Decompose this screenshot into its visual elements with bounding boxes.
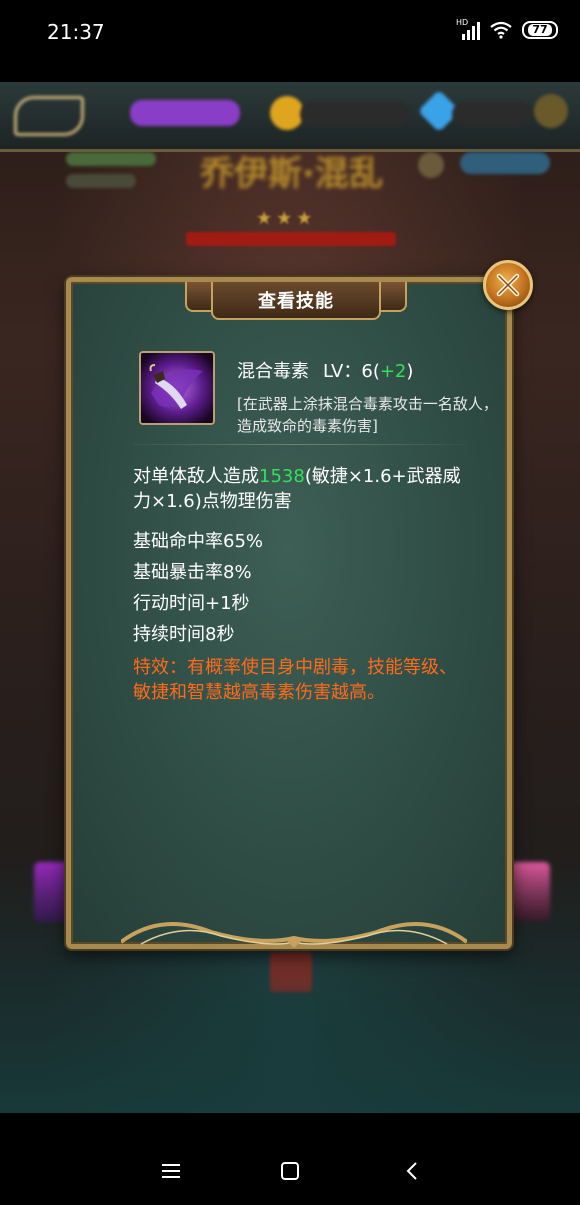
dialog-bottom-ornament — [121, 922, 467, 948]
status-time: 21:37 — [47, 20, 105, 44]
wifi-icon — [490, 21, 512, 39]
battery-icon: 77 — [522, 21, 558, 39]
stat-action-time: 行动时间+1秒 — [133, 593, 250, 614]
skill-dialog: 查看技能 混合毒素 LV：6(+2) [在武器上涂抹混合毒素攻击一名敌人，造成致… — [66, 260, 533, 949]
menu-lines-icon — [162, 1164, 180, 1178]
navigation-bar — [0, 1113, 580, 1205]
rank-pill — [66, 152, 156, 166]
power-pill — [460, 152, 550, 174]
status-bar: 21:37 HD 77 — [0, 0, 580, 82]
hp-bar — [186, 232, 396, 246]
skill-name: 混合毒素 — [237, 361, 309, 382]
energy-icon — [534, 94, 568, 128]
back-chevron-icon — [406, 1162, 417, 1180]
damage-text: 对单体敌人造成1538(敏捷×1.6+武器威力×1.6)点物理伤害 — [133, 464, 463, 514]
recent-apps-button[interactable] — [153, 1157, 189, 1185]
divider — [133, 444, 463, 445]
skill-level-bonus: +2 — [379, 361, 407, 382]
back-button[interactable] — [394, 1157, 430, 1185]
stat-duration: 持续时间8秒 — [133, 624, 235, 645]
skill-name-row: 混合毒素 LV：6(+2) — [237, 357, 413, 383]
diamond-pill — [452, 102, 532, 126]
special-effect-text: 特效：有概率使目身中剧毒，技能等级、敏捷和智慧越高毒素伤害越高。 — [133, 657, 457, 703]
skill-level-close: ) — [406, 361, 414, 382]
signal-icon: HD — [456, 18, 480, 40]
damage-prefix: 对单体敌人造成 — [133, 466, 259, 487]
dialog-header: 查看技能 — [211, 282, 381, 320]
poison-dagger-icon — [139, 351, 215, 425]
battery-level: 77 — [528, 24, 552, 36]
home-button[interactable] — [272, 1157, 308, 1185]
screen: 21:37 HD 77 乔伊斯·混乱 ★★★ 查看技能 混合毒素 LV：6(+2… — [0, 0, 580, 1205]
close-x-icon — [496, 273, 520, 297]
status-icons: HD 77 — [456, 18, 558, 40]
star-rating-icon: ★★★ — [256, 208, 317, 229]
compass-icon — [418, 152, 444, 178]
skill-description: [在武器上涂抹混合毒素攻击一名敌人，造成致命的毒素伤害] — [237, 395, 498, 435]
gold-coin-icon — [270, 96, 304, 130]
stat-crit-rate: 基础暴击率8% — [133, 562, 252, 583]
hero-title: 乔伊斯·混乱 — [200, 154, 383, 194]
level-pill — [66, 174, 136, 188]
top-resource-bar — [0, 82, 580, 152]
signal-hd-label: HD — [456, 18, 469, 27]
close-button[interactable] — [483, 260, 533, 310]
skill-level-label: LV：6( — [323, 361, 380, 382]
dialog-title: 查看技能 — [258, 291, 334, 312]
resource-pill-purple — [130, 100, 240, 126]
home-square-icon — [281, 1162, 299, 1180]
stat-hit-rate: 基础命中率65% — [133, 531, 264, 552]
gold-pill — [300, 102, 410, 126]
back-arrow-icon — [14, 96, 84, 136]
damage-value: 1538 — [259, 466, 305, 487]
